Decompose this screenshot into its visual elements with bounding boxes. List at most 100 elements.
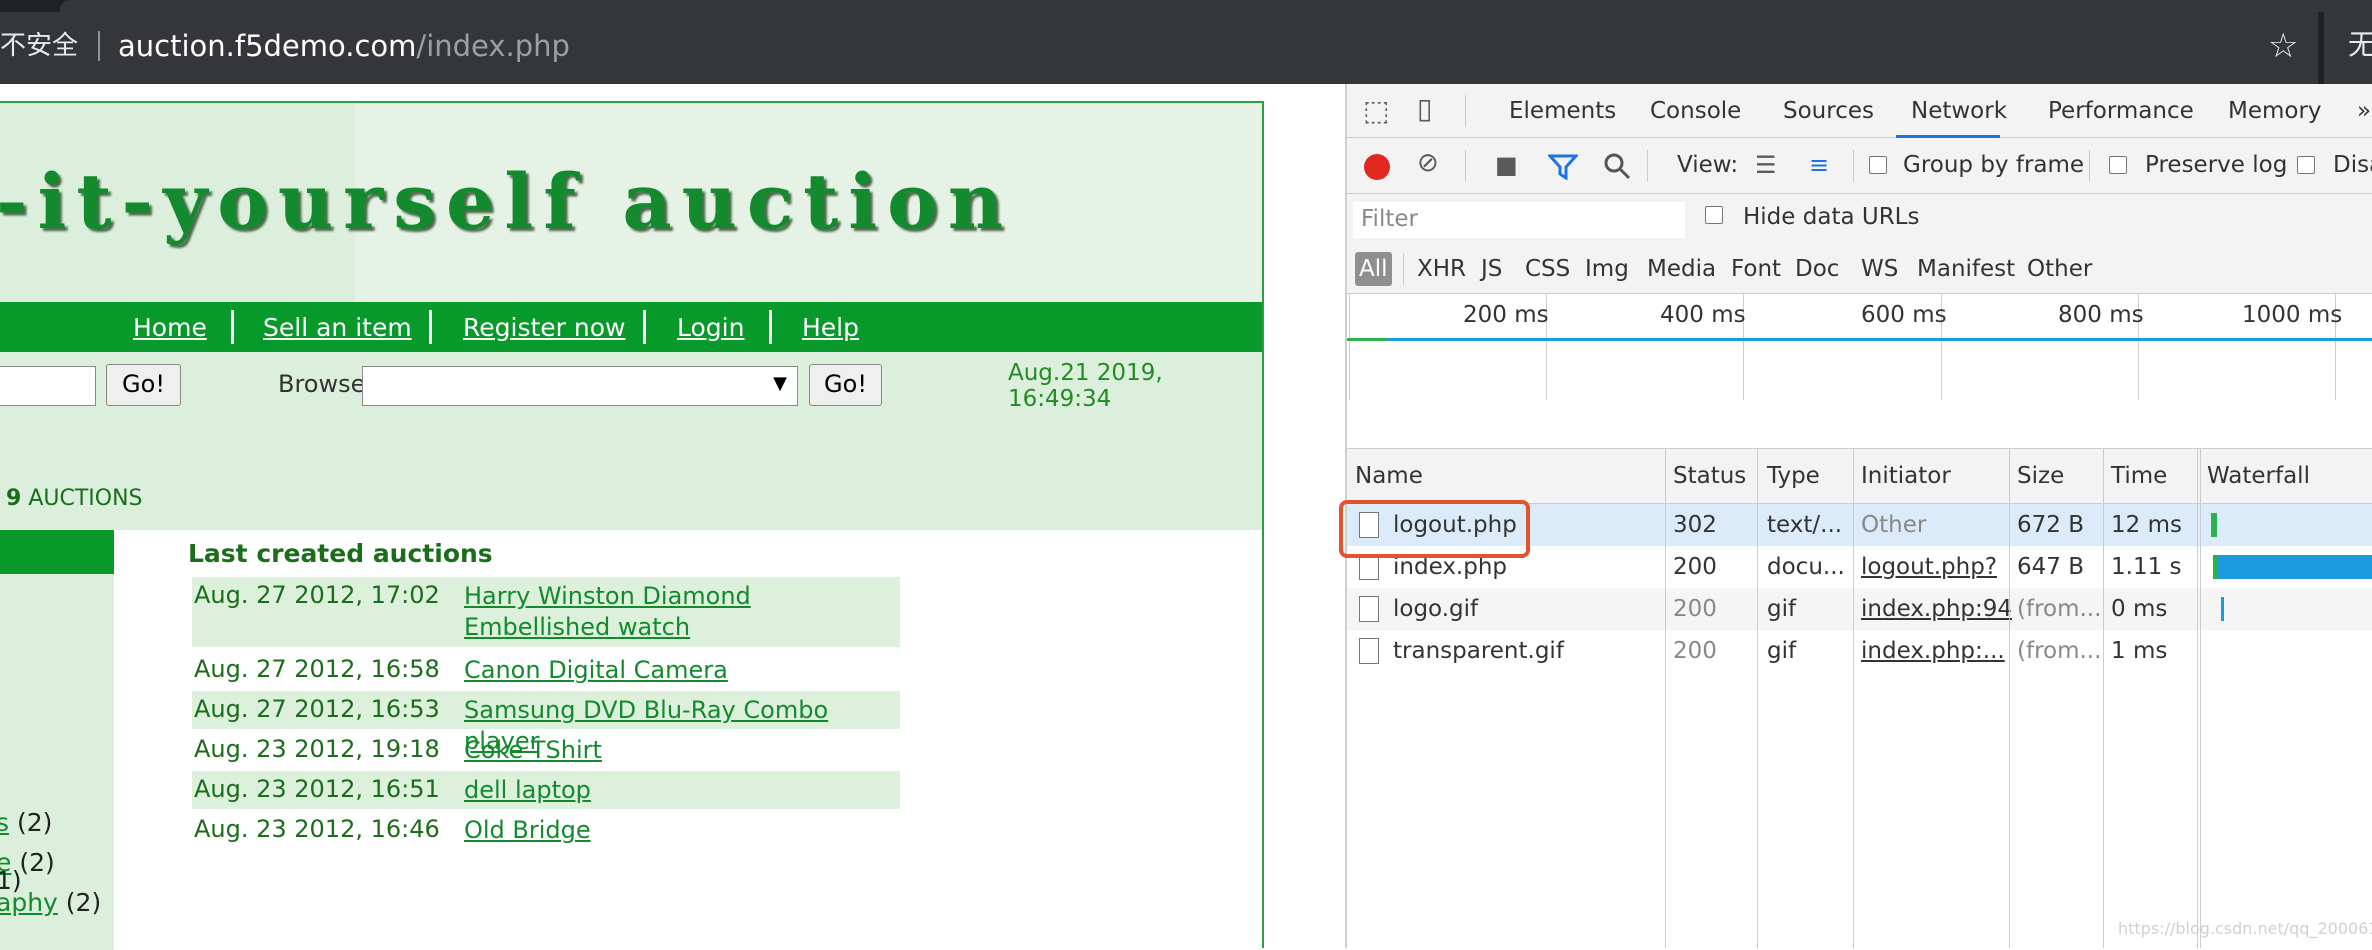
type-filter-manifest[interactable]: Manifest [1917,252,2015,286]
type-filter-other[interactable]: Other [2027,252,2092,286]
type-filter-media[interactable]: Media [1647,252,1716,286]
browse-category-select[interactable]: ▼ [362,366,798,406]
tab-sources[interactable]: Sources [1783,98,1874,124]
url-path: /index.php [416,29,570,63]
filter-input[interactable]: Filter [1353,202,1685,238]
tab-console[interactable]: Console [1650,98,1741,124]
type-filter-js[interactable]: JS [1481,252,1502,286]
timeline-tick-label: 1000 ms [2242,302,2343,328]
column-divider [1757,448,1758,948]
auctions-count: 9 AUCTIONS [6,486,143,511]
nav-home[interactable]: Home [133,312,207,344]
column-type[interactable]: Type [1767,463,1820,489]
type-filter-doc[interactable]: Doc [1795,252,1839,286]
type-filter-ws[interactable]: WS [1861,252,1898,286]
category-item[interactable]: s (2) [0,808,52,837]
screenshot-camera-icon[interactable]: ■ [1495,148,1518,182]
auction-site: -it-yourself auction Home Sell an item R… [0,101,1264,950]
nav-sell-item[interactable]: Sell an item [263,312,412,344]
column-time[interactable]: Time [2111,463,2167,489]
url-text[interactable]: auction.f5demo.com/index.php [118,29,570,63]
auction-title-link[interactable]: Old Bridge [464,815,896,846]
request-initiator[interactable]: logout.php? [1861,554,1997,580]
toolbar-partial-text[interactable]: 无 [2348,27,2372,63]
site-logo-text: -it-yourself auction [0,157,1014,246]
nav-login[interactable]: Login [677,312,744,344]
dropdown-arrow-icon: ▼ [773,373,787,394]
type-filter-all[interactable]: All [1355,252,1392,286]
timeline-tick-label: 200 ms [1463,302,1549,328]
column-size[interactable]: Size [2017,463,2064,489]
request-type: gif [1767,638,1797,664]
site-banner: -it-yourself auction [0,103,1262,302]
request-name: logo.gif [1393,596,1479,622]
tab-performance[interactable]: Performance [2048,98,2194,124]
request-size: 647 B [2017,554,2084,580]
auction-date: Aug. 23 2012, 16:51 [194,775,440,803]
requests-table-header: Name Status Type Initiator Size Time Wat… [1347,448,2372,504]
nav-help[interactable]: Help [802,312,859,344]
auction-title-link[interactable]: Coke TShirt [464,735,896,766]
browse-go-button[interactable]: Go! [809,364,882,406]
request-type: text/... [1767,512,1843,538]
group-by-frame-checkbox[interactable] [1869,156,1887,174]
inspect-element-icon[interactable]: ⬚ [1363,94,1389,128]
type-filter-css[interactable]: CSS [1525,252,1570,286]
waterfall-bar [2221,597,2224,621]
type-filter-xhr[interactable]: XHR [1417,252,1466,286]
waterfall-view-icon[interactable]: ≡ [1809,148,1829,182]
overview-waiting-bar [1347,338,1387,341]
nav-register[interactable]: Register now [463,312,625,344]
auction-date: Aug. 27 2012, 16:53 [194,695,440,723]
watermark-text: https://blog.csdn.net/qq_20006385 [2118,919,2372,938]
search-area: Go! Browse ▼ Go! Aug.21 2019, 16:49:34 9… [0,352,1262,530]
auction-date: Aug. 23 2012, 19:18 [194,735,440,763]
tab-memory[interactable]: Memory [2228,98,2322,124]
tab-elements[interactable]: Elements [1509,98,1616,124]
disable-cache-label: Disa [2333,152,2372,178]
auction-title-link[interactable]: Harry Winston Diamond Embellished watch [464,581,896,643]
disable-cache-checkbox[interactable] [2297,156,2315,174]
auction-row: Aug. 27 2012, 16:58 Canon Digital Camera [192,651,900,689]
security-indicator[interactable]: 不安全 [0,29,78,63]
auctions-label: AUCTIONS [28,486,143,511]
auction-title-link[interactable]: dell laptop [464,775,896,806]
request-row[interactable]: transparent.gif 200 gif index.php:... (f… [1347,630,2372,672]
hide-data-urls-checkbox[interactable] [1705,206,1723,224]
search-icon[interactable] [1603,152,1631,180]
column-waterfall[interactable]: Waterfall [2207,463,2310,489]
tab-network[interactable]: Network [1911,98,2007,124]
devtools-tabbar: ⬚ ▯ Elements Console Sources Network Per… [1347,84,2372,138]
search-input[interactable] [0,366,96,406]
device-toolbar-icon[interactable]: ▯ [1417,92,1432,126]
toolbar-separator [1403,253,1404,285]
auction-row: Aug. 23 2012, 19:18 Coke TShirt [192,731,900,769]
resource-type-filters: All XHR JS CSS Img Media Font Doc WS Man… [1347,244,2372,294]
search-go-button[interactable]: Go! [106,364,181,406]
type-filter-img[interactable]: Img [1585,252,1629,286]
request-row[interactable]: logo.gif 200 gif index.php:94 (from... 0… [1347,588,2372,630]
column-status[interactable]: Status [1673,463,1746,489]
request-time: 1 ms [2111,638,2168,664]
category-item[interactable]: 1) [0,866,22,895]
request-status: 200 [1673,554,1717,580]
preserve-log-checkbox[interactable] [2109,156,2127,174]
bookmark-star-icon[interactable]: ☆ [2268,26,2298,66]
waterfall-waiting-bar [2213,555,2218,579]
column-initiator[interactable]: Initiator [1861,463,1951,489]
more-tabs-icon[interactable]: » [2357,98,2371,124]
current-datetime: Aug.21 2019, 16:49:34 [1008,360,1163,412]
request-initiator[interactable]: index.php:... [1861,638,2005,664]
column-name[interactable]: Name [1355,463,1423,489]
web-page: -it-yourself auction Home Sell an item R… [0,84,1345,950]
request-status: 200 [1673,638,1717,664]
clear-icon[interactable]: ⊘ [1417,146,1439,180]
column-divider [2200,448,2201,948]
waterfall-bar [2211,513,2217,537]
large-rows-icon[interactable]: ☰ [1755,148,1777,182]
filter-icon[interactable] [1548,154,1578,180]
type-filter-font[interactable]: Font [1731,252,1781,286]
record-icon[interactable] [1364,154,1390,180]
request-initiator[interactable]: index.php:94 [1861,596,2012,622]
auction-title-link[interactable]: Canon Digital Camera [464,655,896,686]
